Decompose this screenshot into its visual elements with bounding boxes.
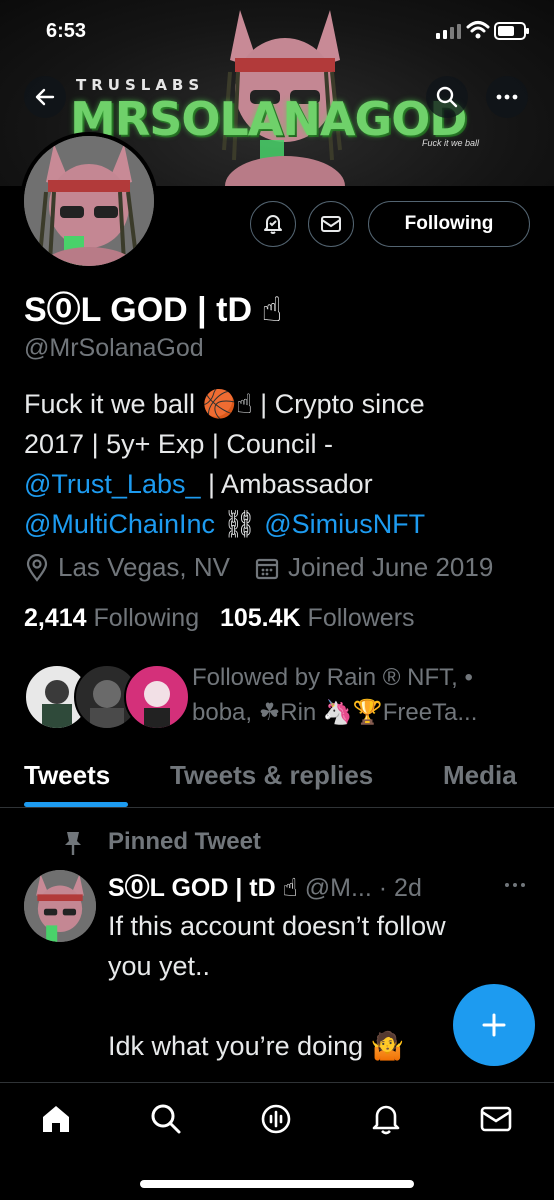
explore-icon xyxy=(151,1104,181,1134)
bio-line-4: @MultiChainInc ⛓ @SimiusNFT xyxy=(24,504,534,544)
pinned-tweet-label: Pinned Tweet xyxy=(62,828,261,856)
messages-icon xyxy=(480,1106,512,1132)
profile-name: S⓪L GOD | tD ☝ xyxy=(24,291,283,329)
battery-icon xyxy=(494,22,529,40)
followed-by-line-1: Followed by Rain ® NFT, • xyxy=(192,664,473,691)
tweet-author-meta: @M... · 2d xyxy=(304,874,422,902)
followers-link[interactable]: 105.4K Followers xyxy=(220,604,415,632)
tweet-more-button[interactable] xyxy=(504,868,526,894)
message-icon xyxy=(321,216,341,232)
profile-bio: Fuck it we ball 🏀☝ | Crypto since 2017 |… xyxy=(24,384,534,544)
message-button[interactable] xyxy=(308,201,354,247)
more-icon xyxy=(496,94,518,100)
search-icon xyxy=(436,86,458,108)
followers-count: 105.4K xyxy=(219,604,301,632)
tab-media[interactable]: Media xyxy=(443,760,517,791)
notification-bell-icon xyxy=(264,215,282,234)
nav-messages[interactable] xyxy=(478,1101,514,1137)
more-icon xyxy=(505,883,525,887)
follow-counts: 2,414 Following 105.4K Followers xyxy=(24,604,415,633)
following-link[interactable]: 2,414 Following xyxy=(24,604,199,632)
bio-line-1: Fuck it we ball 🏀☝ | Crypto since xyxy=(24,389,425,419)
tweet-text-line-2: you yet.. xyxy=(108,951,211,981)
following-count: 2,414 xyxy=(24,604,87,632)
nav-home[interactable] xyxy=(38,1101,74,1137)
pin-icon xyxy=(65,832,81,855)
home-indicator xyxy=(140,1180,414,1188)
nav-spaces[interactable] xyxy=(258,1101,294,1137)
bio-line-3-rest: | Ambassador xyxy=(200,469,373,499)
following-label: Following xyxy=(93,604,200,632)
notifications-toggle-button[interactable] xyxy=(250,201,296,247)
back-arrow-icon xyxy=(35,88,55,106)
notifications-icon xyxy=(372,1105,400,1135)
profile-location: Las Vegas, NV xyxy=(58,552,230,582)
compose-tweet-button[interactable] xyxy=(453,984,535,1066)
nav-notifications[interactable] xyxy=(368,1101,404,1137)
cellular-signal-icon xyxy=(436,24,461,39)
followers-you-know-avatars[interactable] xyxy=(24,664,190,734)
status-bar: 6:53 xyxy=(0,0,554,60)
followed-by-text[interactable]: Followed by Rain ® NFT, • boba, ☘Rin 🦄🏆F… xyxy=(192,660,532,730)
banner-motto: Fuck it we ball xyxy=(422,138,480,148)
profile-tabs: Tweets Tweets & replies Media xyxy=(0,752,554,808)
followers-label: Followers xyxy=(307,604,415,632)
tweet-author-name[interactable]: S⓪L GOD | tD ☝ xyxy=(108,874,298,902)
avatar-cat-image xyxy=(24,136,154,266)
back-button[interactable] xyxy=(24,76,66,118)
bio-line-2: 2017 | 5y+ Exp | Council - xyxy=(24,429,333,459)
bio-chain: ⛓ xyxy=(214,509,265,539)
pinned-label-text: Pinned Tweet xyxy=(108,828,261,855)
tweet-header: S⓪L GOD | tD ☝ @M... · 2d xyxy=(108,868,422,904)
more-button[interactable] xyxy=(486,76,528,118)
tweet-text-line-1: If this account doesn’t follow xyxy=(108,911,446,941)
profile-handle: @MrSolanaGod xyxy=(24,334,204,362)
followed-by-line-2: boba, ☘Rin 🦄🏆FreeTa... xyxy=(192,699,478,726)
bio-line-3: @Trust_Labs_ | Ambassador xyxy=(24,464,534,504)
tab-tweets-and-replies[interactable]: Tweets & replies xyxy=(170,760,373,791)
calendar-icon xyxy=(255,558,279,579)
spaces-icon xyxy=(261,1104,291,1134)
compose-plus-icon xyxy=(482,1013,506,1037)
profile-avatar[interactable] xyxy=(20,132,158,270)
search-button[interactable] xyxy=(426,76,468,118)
tab-tweets[interactable]: Tweets xyxy=(24,760,110,791)
following-button[interactable]: Following xyxy=(368,201,530,247)
location-icon xyxy=(26,553,48,582)
profile-meta: Las Vegas, NV Joined June 2019 xyxy=(24,552,493,583)
nav-explore[interactable] xyxy=(148,1101,184,1137)
banner-title: MRSOLANAGOD xyxy=(70,92,467,146)
profile-joined: Joined June 2019 xyxy=(288,552,494,582)
active-tab-indicator xyxy=(24,802,128,807)
home-icon xyxy=(43,1106,69,1132)
avatar xyxy=(124,664,190,730)
tweet-author-avatar[interactable] xyxy=(24,870,96,942)
avatar-cat-image xyxy=(24,870,96,942)
status-time: 6:53 xyxy=(46,20,87,42)
bio-link-multichain[interactable]: @MultiChainInc xyxy=(24,509,215,539)
bio-link-simius[interactable]: @SimiusNFT xyxy=(264,509,425,539)
wifi-icon xyxy=(466,21,490,39)
bio-link-trust-labs[interactable]: @Trust_Labs_ xyxy=(24,469,201,499)
